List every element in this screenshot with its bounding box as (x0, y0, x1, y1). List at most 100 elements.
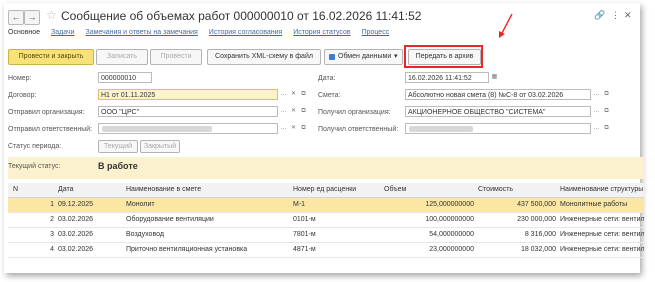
row-date: 03.02.2026 (58, 216, 94, 223)
row-volume: 100,000000000 (425, 216, 474, 223)
sender-resp-choose-button[interactable]: … (279, 123, 288, 134)
estimate-label: Смета: (318, 92, 341, 99)
row-cost: 8 316,000 (524, 231, 556, 238)
sender-responsible-label: Отправил ответственный: (8, 126, 93, 133)
row-structure: Монолитные работы (560, 201, 628, 208)
row-date: 09.12.2025 (58, 201, 94, 208)
post-and-close-button[interactable]: Провести и закрыть (8, 49, 94, 65)
period-closed-button[interactable]: Закрытый (140, 140, 180, 153)
tab-approval-history[interactable]: История согласования (209, 29, 283, 36)
col-structure[interactable]: Наименование структуры (560, 183, 644, 197)
receiver-resp-choose-button[interactable]: … (592, 123, 601, 134)
exchange-icon (329, 54, 335, 60)
row-code: 4871-м (293, 246, 316, 253)
col-code[interactable]: Номер ед расценки (293, 183, 356, 197)
favorite-star-icon[interactable]: ☆ (46, 8, 57, 22)
table-row[interactable]: 2 03.02.2026 Оборудование вентиляции 010… (8, 213, 644, 228)
back-button[interactable]: ← (8, 10, 24, 25)
col-n[interactable]: N (13, 183, 18, 197)
row-number: 1 (50, 201, 54, 208)
receiver-responsible-label: Получил ответственный: (318, 126, 399, 133)
contract-label: Договор: (8, 92, 37, 99)
sender-responsible-field[interactable] (98, 123, 278, 134)
post-button[interactable]: Провести (150, 49, 202, 65)
chevron-down-icon: ▾ (394, 53, 398, 60)
tab-status-history[interactable]: История статусов (293, 29, 350, 36)
number-field[interactable]: 000000010 (98, 72, 152, 83)
link-icon[interactable]: 🔗 (594, 10, 605, 21)
receiver-resp-open-icon[interactable]: ⧉ (602, 123, 611, 134)
row-name: Оборудование вентиляции (126, 216, 214, 223)
receiver-org-choose-button[interactable]: … (592, 106, 601, 117)
calendar-icon[interactable]: ▦ (490, 72, 499, 83)
arrow-right-icon: → (27, 12, 37, 22)
page-title: Сообщение об объемах работ 000000010 от … (61, 9, 422, 23)
row-number: 4 (50, 246, 54, 253)
sender-org-field[interactable]: ООО "ЦРС" (98, 106, 278, 117)
tab-bar: Основное Задачи Замечания и ответы на за… (8, 29, 398, 41)
row-name: Воздуховод (126, 231, 164, 238)
col-cost[interactable]: Стоимость (478, 183, 513, 197)
date-field[interactable]: 16.02.2026 11:41:52 (405, 72, 489, 83)
sender-org-label: Отправил организация: (8, 109, 85, 116)
contract-field[interactable]: Н1 от 01.11.2025 (98, 89, 278, 100)
highlight-box (404, 45, 483, 68)
document-window: ← → ☆ Сообщение об объемах работ 0000000… (4, 3, 644, 273)
open-icon[interactable]: ⧉ (299, 89, 308, 100)
row-date: 03.02.2026 (58, 231, 94, 238)
receiver-org-label: Получил организация: (318, 109, 391, 116)
row-code: 7801-м (293, 231, 316, 238)
write-button[interactable]: Записать (96, 49, 148, 65)
col-volume[interactable]: Объем (384, 183, 406, 197)
row-date: 03.02.2026 (58, 246, 94, 253)
row-code: М-1 (293, 201, 306, 208)
receiver-responsible-field[interactable] (405, 123, 591, 134)
redacted-text (409, 126, 473, 132)
choose-button[interactable]: … (279, 89, 288, 100)
row-structure: Инженерные сети: вентил (560, 216, 644, 223)
sender-resp-open-icon[interactable]: ⧉ (299, 123, 308, 134)
tab-remarks[interactable]: Замечания и ответы на замечания (86, 29, 198, 36)
estimate-choose-button[interactable]: … (592, 89, 601, 100)
tab-process[interactable]: Процесс (362, 29, 390, 36)
more-icon[interactable]: ⋮ (611, 10, 620, 21)
row-name: Монолит (126, 201, 155, 208)
close-icon[interactable]: ✕ (624, 10, 632, 21)
exchange-button[interactable]: Обмен данными ▾ (324, 49, 403, 65)
period-status-label: Статус периода: (8, 143, 62, 150)
sender-org-open-icon[interactable]: ⧉ (299, 106, 308, 117)
row-structure: Инженерные сети: вентил (560, 231, 644, 238)
col-name[interactable]: Наименование в смете (126, 183, 201, 197)
row-cost: 437 500,000 (517, 201, 556, 208)
tab-main[interactable]: Основное (8, 29, 40, 36)
row-cost: 18 032,000 (520, 246, 556, 253)
row-volume: 54,000000000 (429, 231, 474, 238)
date-label: Дата: (318, 75, 336, 82)
receiver-org-field[interactable]: АКЦИОНЕРНОЕ ОБЩЕСТВО "СИСТЕМА" (405, 106, 591, 117)
save-xml-button[interactable]: Сохранить XML-схему в файл (207, 49, 321, 65)
receiver-org-open-icon[interactable]: ⧉ (602, 106, 611, 117)
sender-org-choose-button[interactable]: … (279, 106, 288, 117)
row-number: 2 (50, 216, 54, 223)
sender-resp-clear-icon[interactable]: ✕ (289, 123, 298, 134)
table-row[interactable]: 1 09.12.2025 Монолит М-1 125,000000000 4… (8, 198, 644, 213)
tab-tasks[interactable]: Задачи (51, 29, 75, 36)
row-cost: 230 000,000 (517, 216, 556, 223)
redacted-text (102, 126, 212, 132)
row-volume: 125,000000000 (425, 201, 474, 208)
exchange-label: Обмен данными (338, 53, 392, 60)
row-number: 3 (50, 231, 54, 238)
number-label: Номер: (8, 75, 32, 82)
period-current-button[interactable]: Текущий (98, 140, 138, 153)
sender-org-clear-icon[interactable]: ✕ (289, 106, 298, 117)
status-value: В работе (98, 161, 138, 171)
table-row[interactable]: 4 03.02.2026 Приточно вентиляционная уст… (8, 243, 644, 258)
red-arrow-icon (499, 13, 513, 38)
clear-icon[interactable]: ✕ (289, 89, 298, 100)
col-date[interactable]: Дата (58, 183, 74, 197)
forward-button[interactable]: → (24, 10, 40, 25)
table-row[interactable]: 3 03.02.2026 Воздуховод 7801-м 54,000000… (8, 228, 644, 243)
estimate-field[interactable]: Абсолютно новая смета (8) №С-8 от 03.02.… (405, 89, 591, 100)
estimate-open-icon[interactable]: ⧉ (602, 89, 611, 100)
row-code: 0101-м (293, 216, 316, 223)
